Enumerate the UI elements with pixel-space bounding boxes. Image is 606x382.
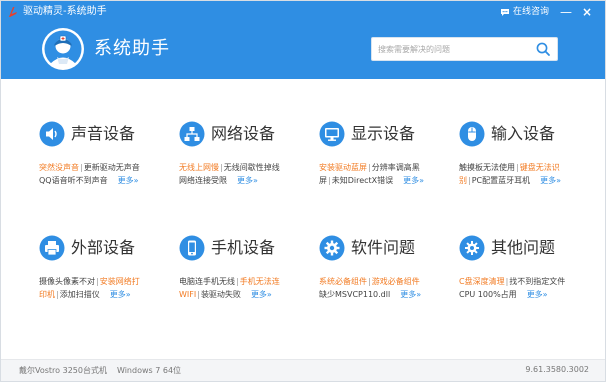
card-header[interactable]: 网络设备 [179,119,319,149]
card-links: 触摸板无法使用|键盘无法识 别|PC配置蓝牙耳机 更多» [459,163,562,185]
issue-link[interactable]: 安装驱动蓝屏 [319,163,367,172]
app-logo-icon [9,7,17,17]
issue-link[interactable]: 安装网络打 [100,277,140,286]
issue-link[interactable]: 装驱动失败 [201,290,241,299]
brand-title: 系统助手 [94,38,170,59]
issue-link[interactable]: QQ语音听不到声音 [39,176,108,185]
issue-link[interactable]: 分辨率调高黑 [372,163,420,172]
network-icon [179,121,205,147]
card-header[interactable]: 显示设备 [319,119,459,149]
card-input-devices: 输入设备 触摸板无法使用|键盘无法识 别|PC配置蓝牙耳机 更多» [459,119,599,187]
issue-link[interactable]: 键盘无法识 [520,163,560,172]
card-links: C盘深度清理|找不到指定文件 CPU 100%占用 更多» [459,277,566,299]
search-input[interactable] [372,38,530,60]
card-links: 系统必备组件|游戏必备组件 缺少MSVCP110.dll 更多» [319,277,422,299]
issue-link[interactable]: 更新驱动无声音 [84,163,140,172]
issue-link[interactable]: 缺少MSVCP110.dll [319,290,390,299]
issue-link[interactable]: CPU 100%占用 [459,290,517,299]
more-link[interactable]: 更多» [118,176,139,185]
issue-link[interactable]: C盘深度清理 [459,277,505,286]
issue-link[interactable]: 网络连接受限 [179,176,227,185]
issue-link[interactable]: 别 [459,176,467,185]
settings-icon [459,235,485,261]
assistant-avatar-icon [42,28,84,70]
issue-link[interactable]: 无线间歇性掉线 [224,163,280,172]
mouse-icon [459,121,485,147]
issue-link[interactable]: 屏 [319,176,327,185]
card-network-devices: 网络设备 无线上网慢|无线间歇性掉线 网络连接受限 更多» [179,119,319,187]
app-window: 驱动精灵-系统助手 在线咨询 — × 系统助手 搜索需要解决的问题 声音设备 突… [0,0,606,382]
online-consult-button[interactable]: 在线咨询 [500,5,549,19]
more-link[interactable]: 更多» [403,176,424,185]
close-button[interactable]: × [579,4,595,20]
more-link[interactable]: 更多» [251,290,272,299]
more-link[interactable]: 更多» [540,176,561,185]
card-title: 其他问题 [491,238,556,257]
card-links: 安装驱动蓝屏|分辨率调高黑 屏|未知DirectX错误 更多» [319,163,425,185]
issue-link[interactable]: 触摸板无法使用 [459,163,515,172]
card-header[interactable]: 外部设备 [39,233,179,263]
monitor-icon [319,121,345,147]
card-header[interactable]: 其他问题 [459,233,599,263]
app-title: 驱动精灵-系统助手 [23,6,107,17]
card-title: 显示设备 [351,124,416,143]
issue-link[interactable]: 找不到指定文件 [509,277,565,286]
issue-link[interactable]: 未知DirectX错误 [332,176,393,185]
card-links: 摄像头像素不对|安装网络打 印机|添加扫描仪 更多» [39,277,140,299]
card-links: 电脑连手机无线|手机无法连 WIFI|装驱动失败 更多» [179,277,280,299]
card-header[interactable]: 声音设备 [39,119,179,149]
issue-link[interactable]: 游戏必备组件 [372,277,420,286]
card-links: 无线上网慢|无线间歇性掉线 网络连接受限 更多» [179,163,280,185]
phone-icon [179,235,205,261]
search-box [371,37,558,61]
issue-link[interactable]: 系统必备组件 [319,277,367,286]
card-software-issues: 软件问题 系统必备组件|游戏必备组件 缺少MSVCP110.dll 更多» [319,233,459,301]
status-bar: 戴尔Vostro 3250台式机 Windows 7 64位 9.61.3580.… [1,359,605,381]
system-info: 戴尔Vostro 3250台式机 Windows 7 64位 [19,365,181,376]
card-links: 突然没声音|更新驱动无声音 QQ语音听不到声音 更多» [39,163,140,185]
card-header[interactable]: 手机设备 [179,233,319,263]
card-mobile-devices: 手机设备 电脑连手机无线|手机无法连 WIFI|装驱动失败 更多» [179,233,319,301]
issue-link[interactable]: PC配置蓝牙耳机 [472,176,530,185]
card-sound-devices: 声音设备 突然没声音|更新驱动无声音 QQ语音听不到声音 更多» [39,119,179,187]
card-title: 外部设备 [71,238,136,257]
card-header[interactable]: 输入设备 [459,119,599,149]
card-title: 网络设备 [211,124,276,143]
search-icon[interactable] [535,41,551,57]
more-link[interactable]: 更多» [400,290,421,299]
issue-link[interactable]: 突然没声音 [39,163,79,172]
card-title: 手机设备 [211,238,276,257]
issue-link[interactable]: 添加扫描仪 [60,290,100,299]
card-header[interactable]: 软件问题 [319,233,459,263]
printer-icon [39,235,65,261]
issue-link[interactable]: 电脑连手机无线 [179,277,235,286]
online-consult-label: 在线咨询 [512,7,549,17]
card-display-devices: 显示设备 安装驱动蓝屏|分辨率调高黑 屏|未知DirectX错误 更多» [319,119,459,187]
card-title: 声音设备 [71,124,136,143]
issue-link[interactable]: 无线上网慢 [179,163,219,172]
issue-link[interactable]: 摄像头像素不对 [39,277,95,286]
speaker-icon [39,121,65,147]
gear-icon [319,235,345,261]
app-version: 9.61.3580.3002 [525,365,589,374]
title-bar: 驱动精灵-系统助手 在线咨询 — × [1,1,605,23]
card-external-devices: 外部设备 摄像头像素不对|安装网络打 印机|添加扫描仪 更多» [39,233,179,301]
issue-link[interactable]: WIFI [179,290,196,299]
header: 驱动精灵-系统助手 在线咨询 — × 系统助手 [1,1,605,79]
card-other-issues: 其他问题 C盘深度清理|找不到指定文件 CPU 100%占用 更多» [459,233,599,301]
minimize-button[interactable]: — [558,4,574,20]
card-title: 软件问题 [351,238,416,257]
issue-link[interactable]: 印机 [39,290,55,299]
computer-model: 戴尔Vostro 3250台式机 [19,366,107,375]
issue-link[interactable]: 手机无法连 [240,277,280,286]
more-link[interactable]: 更多» [527,290,548,299]
chat-bubble-icon [500,8,509,16]
card-title: 输入设备 [491,124,556,143]
more-link[interactable]: 更多» [237,176,258,185]
more-link[interactable]: 更多» [110,290,131,299]
os-version: Windows 7 64位 [116,366,182,375]
